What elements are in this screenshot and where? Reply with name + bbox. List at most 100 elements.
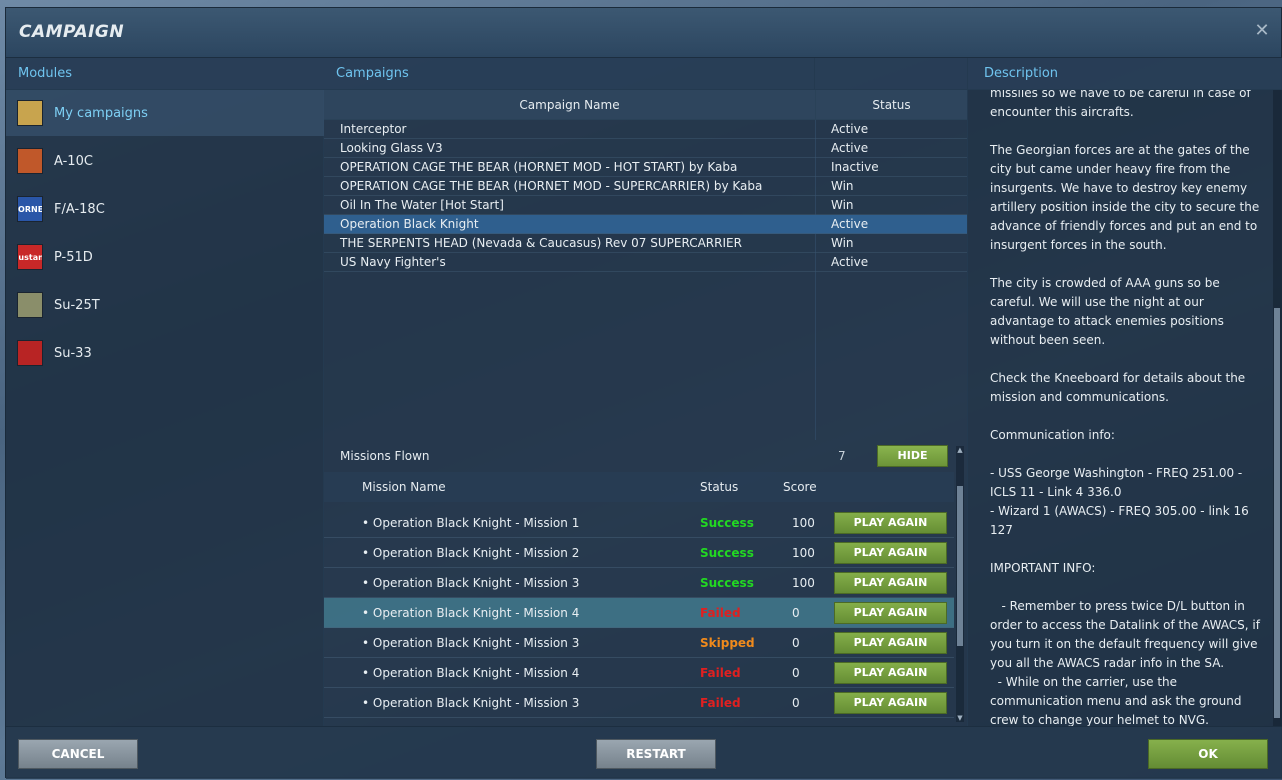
mission-status: Success <box>700 576 754 590</box>
module-item-p-51d[interactable]: Mustang P-51D <box>6 234 324 280</box>
description-text: missiles so we have to be careful in cas… <box>990 90 1260 726</box>
campaign-name: Operation Black Knight <box>340 217 479 231</box>
module-label: A-10C <box>54 153 93 169</box>
play-again-button[interactable]: PLAY AGAIN <box>834 572 947 594</box>
play-again-button[interactable]: PLAY AGAIN <box>834 662 947 684</box>
mission-row[interactable]: • Operation Black Knight - Mission 4 Fail… <box>324 598 954 628</box>
mission-row[interactable]: • Operation Black Knight - Mission 3 Skip… <box>324 628 954 658</box>
campaign-name: US Navy Fighter's <box>340 255 446 269</box>
mission-row[interactable]: • Operation Black Knight - Mission 1 Succ… <box>324 508 954 538</box>
mission-status: Success <box>700 516 754 530</box>
module-label: F/A-18C <box>54 201 105 217</box>
campaign-row[interactable]: US Navy Fighter's Active <box>324 253 967 272</box>
missions-flown-count: 7 <box>838 449 846 463</box>
campaign-status: Inactive <box>831 160 879 174</box>
scroll-down-icon[interactable]: ▼ <box>956 714 964 722</box>
campaign-name-column-header[interactable]: Campaign Name <box>324 90 815 120</box>
missions-flown-label: Missions Flown <box>340 449 430 463</box>
campaign-row[interactable]: Oil In The Water [Hot Start] Win <box>324 196 967 215</box>
play-again-button[interactable]: PLAY AGAIN <box>834 632 947 654</box>
module-label: P-51D <box>54 249 93 265</box>
campaign-name: Oil In The Water [Hot Start] <box>340 198 504 212</box>
su25t-icon <box>17 292 43 318</box>
module-item-f-a-18c[interactable]: HORNET F/A-18C <box>6 186 324 232</box>
play-again-button[interactable]: PLAY AGAIN <box>834 602 947 624</box>
mission-name-column-header: Mission Name <box>362 480 446 494</box>
mission-score: 0 <box>792 696 800 710</box>
mission-name: • Operation Black Knight - Mission 2 <box>362 546 580 560</box>
scroll-up-icon[interactable]: ▲ <box>956 446 964 454</box>
p51d-mustang-icon: Mustang <box>17 244 43 270</box>
cancel-button[interactable]: CANCEL <box>18 739 138 769</box>
campaign-status: Win <box>831 236 854 250</box>
module-item-a-10c[interactable]: A-10C <box>6 138 324 184</box>
missions-scrollbar-thumb[interactable] <box>957 486 963 646</box>
mission-status: Success <box>700 546 754 560</box>
mission-score: 0 <box>792 636 800 650</box>
campaign-table: Campaign Name Status Interceptor Active Lo… <box>324 90 967 440</box>
campaign-row[interactable]: Operation Black Knight Active <box>324 215 967 234</box>
campaign-row[interactable]: Interceptor Active <box>324 120 967 139</box>
campaign-status: Active <box>831 217 869 231</box>
description-scrollbar[interactable] <box>1273 90 1281 726</box>
campaign-name: Interceptor <box>340 122 407 136</box>
fa18c-hornet-icon: HORNET <box>17 196 43 222</box>
description-panel: missiles so we have to be careful in cas… <box>967 90 1282 726</box>
campaign-status: Active <box>831 255 869 269</box>
restart-button[interactable]: RESTART <box>596 739 716 769</box>
campaigns-header-spacer <box>815 58 967 90</box>
campaign-status: Active <box>831 122 869 136</box>
play-again-button[interactable]: PLAY AGAIN <box>834 542 947 564</box>
mission-row[interactable]: • Operation Black Knight - Mission 4 Fail… <box>324 658 954 688</box>
campaign-name: OPERATION CAGE THE BEAR (HORNET MOD - HO… <box>340 160 738 174</box>
module-label: My campaigns <box>54 105 148 121</box>
close-icon[interactable]: ✕ <box>1253 22 1271 40</box>
play-again-button[interactable]: PLAY AGAIN <box>834 512 947 534</box>
campaign-status-column-header[interactable]: Status <box>815 90 967 120</box>
mission-name: • Operation Black Knight - Mission 3 <box>362 696 580 710</box>
mission-name: • Operation Black Knight - Mission 4 <box>362 606 580 620</box>
campaign-table-header: Campaign Name Status <box>324 90 967 120</box>
mission-score: 0 <box>792 606 800 620</box>
mission-status-column-header: Status <box>700 480 739 494</box>
window-title: CAMPAIGN <box>19 22 125 42</box>
missions-flown-bar: Missions Flown 7 HIDE <box>324 440 960 472</box>
campaign-row[interactable]: THE SERPENTS HEAD (Nevada & Caucasus) Re… <box>324 234 967 253</box>
missions-flown-panel: Missions Flown 7 HIDE Mission Name Statu… <box>324 440 967 726</box>
campaign-name: THE SERPENTS HEAD (Nevada & Caucasus) Re… <box>340 236 742 250</box>
modules-header: Modules <box>6 58 324 90</box>
campaign-status: Win <box>831 198 854 212</box>
mission-status: Failed <box>700 666 741 680</box>
missions-scrollbar[interactable]: ▲ ▼ <box>956 446 964 722</box>
campaign-row[interactable]: Looking Glass V3 Active <box>324 139 967 158</box>
play-again-button[interactable]: PLAY AGAIN <box>834 692 947 714</box>
campaign-status: Active <box>831 141 869 155</box>
module-label: Su-25T <box>54 297 100 313</box>
mission-score: 100 <box>792 516 815 530</box>
mission-score: 0 <box>792 666 800 680</box>
mission-row[interactable]: • Operation Black Knight - Mission 2 Succ… <box>324 538 954 568</box>
module-item-su-33[interactable]: Su-33 <box>6 330 324 376</box>
mission-row[interactable]: • Operation Black Knight - Mission 3 Fail… <box>324 688 954 718</box>
mission-status: Failed <box>700 696 741 710</box>
campaign-status: Win <box>831 179 854 193</box>
mission-score: 100 <box>792 576 815 590</box>
campaign-row[interactable]: OPERATION CAGE THE BEAR (HORNET MOD - HO… <box>324 158 967 177</box>
module-item-su-25t[interactable]: Su-25T <box>6 282 324 328</box>
footer-bar: CANCEL RESTART OK <box>6 726 1282 779</box>
mission-score: 100 <box>792 546 815 560</box>
campaign-window: CAMPAIGN ✕ Modules Campaigns Description… <box>5 7 1282 779</box>
mission-score-column-header: Score <box>783 480 817 494</box>
mission-name: • Operation Black Knight - Mission 4 <box>362 666 580 680</box>
ok-button[interactable]: OK <box>1148 739 1268 769</box>
module-item-my-campaigns[interactable]: My campaigns <box>6 90 324 136</box>
module-label: Su-33 <box>54 345 92 361</box>
modules-list: My campaigns A-10C HORNET F/A-18C Mustang P-5… <box>6 90 324 726</box>
campaign-name: OPERATION CAGE THE BEAR (HORNET MOD - SU… <box>340 179 763 193</box>
description-scrollbar-thumb[interactable] <box>1274 308 1280 718</box>
mission-name: • Operation Black Knight - Mission 1 <box>362 516 580 530</box>
mission-row[interactable]: • Operation Black Knight - Mission 3 Succ… <box>324 568 954 598</box>
hide-button[interactable]: HIDE <box>877 445 948 467</box>
campaign-row[interactable]: OPERATION CAGE THE BEAR (HORNET MOD - SU… <box>324 177 967 196</box>
campaigns-header: Campaigns <box>324 58 815 90</box>
